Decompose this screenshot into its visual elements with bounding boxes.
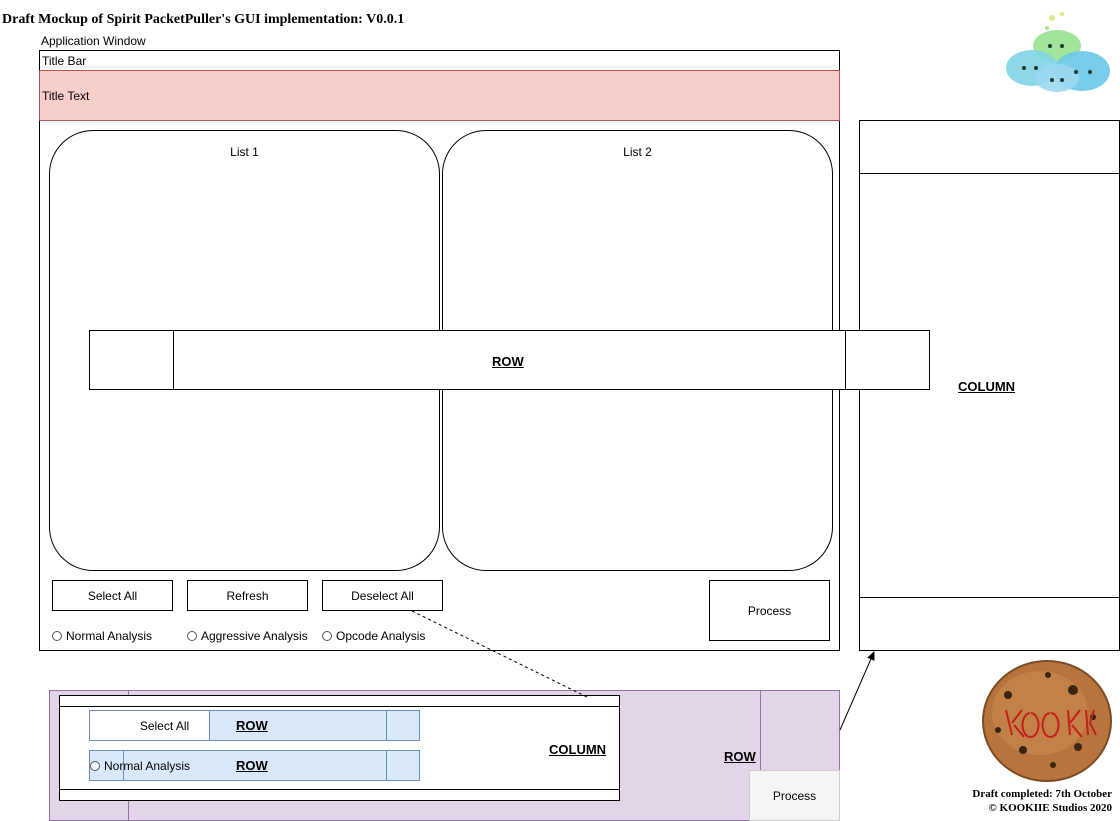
credits-line-2: © KOOKIIE Studios 2020: [988, 802, 1112, 814]
credits-line-1: Draft completed: 7th October: [972, 788, 1112, 800]
cookie-logo-icon: [982, 660, 1112, 782]
arrow-connector: [839, 651, 875, 731]
cookie-logo: [978, 655, 1116, 785]
dashed-connector: [411, 610, 588, 698]
slime-logo-icon: [1006, 12, 1110, 92]
slime-logo: [1002, 6, 1112, 98]
connector-lines: [411, 610, 875, 731]
